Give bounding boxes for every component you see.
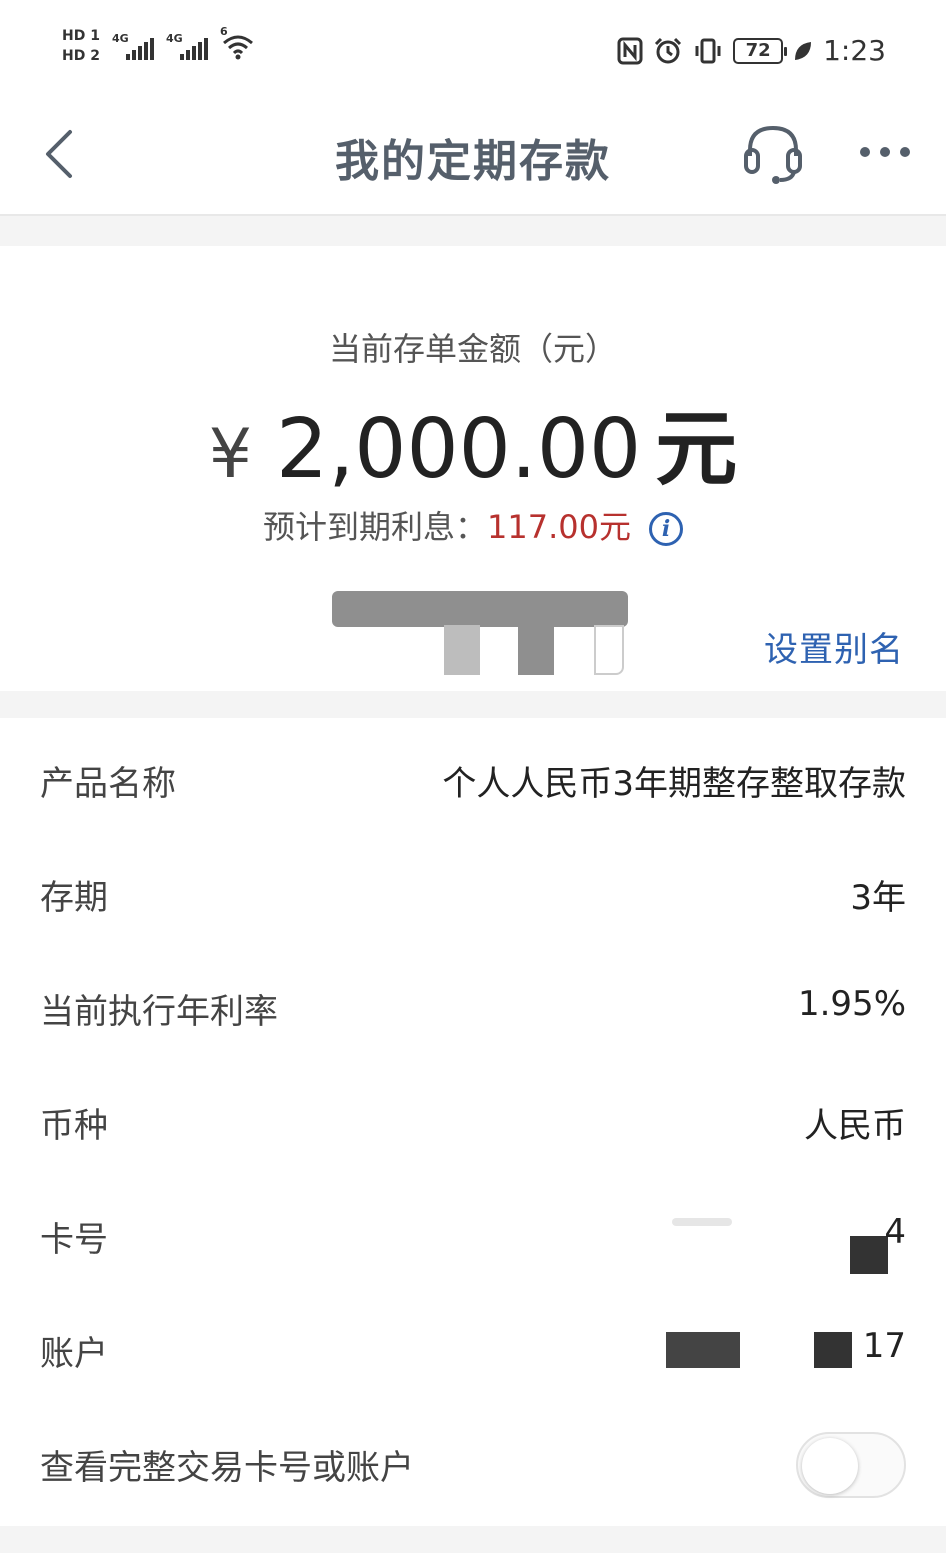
toggle-knob — [802, 1438, 858, 1494]
sim1-indicator: HD 1 — [62, 28, 100, 44]
toggle-label: 查看完整交易卡号或账户 — [40, 1448, 414, 1488]
set-alias-link[interactable]: 设置别名 — [764, 622, 904, 671]
more-dot — [900, 147, 910, 157]
redacted-account-block-1 — [666, 1332, 740, 1368]
signal-icon-2: 4G — [166, 32, 208, 60]
detail-row-currency: 币种 人民币 — [0, 1060, 946, 1174]
deposit-details-card: 产品名称 个人人民币3年期整存整取存款 存期 3年 当前执行年利率 1.95% … — [0, 718, 946, 1526]
detail-row-term: 存期 3年 — [0, 832, 946, 946]
more-options-button[interactable] — [860, 140, 916, 164]
sim-indicators: HD 1 HD 2 — [62, 28, 100, 64]
redacted-card-number — [672, 1218, 732, 1226]
more-dot — [860, 147, 870, 157]
nfc-icon — [617, 37, 643, 64]
customer-service-button[interactable] — [742, 120, 804, 186]
interest-value: 117.00元 — [487, 508, 631, 546]
currency-symbol: ¥ — [208, 415, 253, 494]
amount-value: 2,000.00 — [276, 402, 642, 497]
redacted-card-number-block — [850, 1236, 888, 1274]
alarm-icon — [655, 37, 682, 63]
redacted-account-block-2 — [814, 1332, 852, 1368]
headset-icon — [744, 125, 802, 184]
interest-label: 预计到期利息： — [263, 508, 488, 546]
detail-row-rate: 当前执行年利率 1.95% — [0, 946, 946, 1060]
status-bar: HD 1 HD 2 4G 4G 6 72 1:23 — [0, 0, 946, 100]
status-left: HD 1 HD 2 4G 4G 6 — [62, 25, 256, 64]
detail-label: 存期 — [40, 878, 108, 918]
detail-value: 4 — [884, 1212, 906, 1252]
network-type-2: 4G — [165, 32, 183, 45]
battery-icon: 72 — [733, 37, 788, 64]
detail-label: 当前执行年利率 — [40, 992, 278, 1032]
detail-label: 产品名称 — [40, 764, 176, 804]
vibrate-icon — [695, 38, 721, 63]
sim2-indicator: HD 2 — [62, 48, 100, 64]
detail-value: 人民币 — [804, 1106, 906, 1146]
current-amount: ¥2,000.00 元 — [0, 382, 946, 501]
clock: 1:23 — [823, 34, 886, 67]
redacted-alias — [332, 591, 628, 675]
status-right: 72 1:23 — [617, 34, 886, 67]
detail-label: 币种 — [40, 1106, 108, 1146]
info-icon[interactable]: i — [649, 512, 683, 546]
page-title: 我的定期存款 — [335, 136, 611, 187]
deposit-summary-card: 当前存单金额（元） ¥2,000.00 元 预计到期利息：117.00元 i 设置别… — [0, 246, 946, 691]
detail-row-account: 账户 17 — [0, 1288, 946, 1402]
detail-row-product: 产品名称 个人人民币3年期整存整取存款 — [0, 718, 946, 832]
expected-interest: 预计到期利息：117.00元 i — [0, 502, 946, 548]
amount-unit: 元 — [655, 402, 738, 497]
wifi-icon: 6 — [220, 25, 256, 61]
detail-label: 卡号 — [40, 1220, 108, 1260]
detail-value: 17 — [862, 1326, 906, 1366]
current-amount-label: 当前存单金额（元） — [328, 330, 617, 368]
nav-bar: 我的定期存款 — [0, 100, 946, 216]
wifi-generation: 6 — [219, 25, 228, 38]
signal-icon-1: 4G — [112, 32, 154, 60]
detail-value: 个人人民币3年期整存整取存款 — [442, 764, 906, 804]
show-full-number-toggle[interactable] — [796, 1432, 906, 1498]
network-type-1: 4G — [111, 32, 129, 45]
detail-row-card-number: 卡号 4 — [0, 1174, 946, 1288]
detail-value: 1.95% — [797, 984, 906, 1024]
detail-value: 3年 — [850, 878, 906, 918]
detail-row-show-full-number: 查看完整交易卡号或账户 — [0, 1402, 946, 1516]
detail-label: 账户 — [40, 1334, 108, 1374]
more-dot — [880, 147, 890, 157]
leaf-icon — [795, 41, 812, 60]
